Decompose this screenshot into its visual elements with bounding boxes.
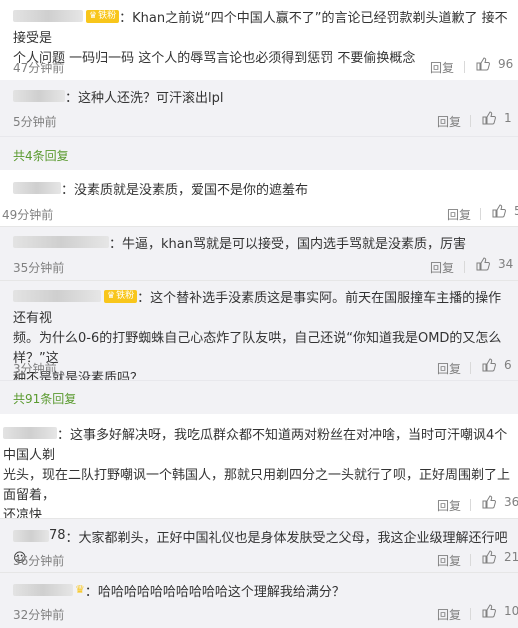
reply-button[interactable]: 回复	[437, 606, 461, 623]
comment-body: ：牛逼，khan骂就是可以接受，国内选手骂就是没素质，厉害	[13, 235, 466, 255]
reply-button[interactable]: 回复	[437, 360, 461, 377]
thumbs-up-icon	[492, 204, 506, 218]
comment-item: ♛ 铁粉 ：这个替补选手没素质这是事实阿。前天在国服撞车主播的操作还有视 频。为什…	[0, 280, 518, 386]
fan-badge: ♛ 铁粉	[104, 289, 138, 303]
divider	[470, 362, 471, 374]
username[interactable]	[13, 90, 65, 102]
timestamp: 5分钟前	[13, 115, 57, 129]
crown-icon: ♛	[107, 290, 116, 301]
timestamp: 36分钟前	[13, 554, 65, 568]
username[interactable]: ♛	[13, 580, 85, 600]
divider	[464, 261, 465, 273]
thumbs-up-icon	[482, 111, 496, 125]
username[interactable]: 78	[13, 526, 66, 546]
more-replies-row: 共4条回复	[0, 136, 518, 170]
more-replies-row: 共91条回复	[0, 380, 518, 414]
reply-button[interactable]: 回复	[437, 113, 461, 130]
comment-body: ：没素质就是没素质，爱国不是你的遮羞布	[13, 181, 308, 201]
comment-item: ：没素质就是没素质，爱国不是你的遮羞布 49分钟前 回复 5	[0, 170, 518, 226]
reply-button[interactable]: 回复	[447, 206, 471, 223]
like-button[interactable]: 6	[482, 358, 512, 372]
username[interactable]: ♛ 铁粉	[13, 289, 138, 303]
comment-text: 频。为什么0-6的打野蜘蛛自己心态炸了队友哄，自己还说“你知道我是OMD的又怎么…	[13, 331, 502, 366]
comment-text: 光头，现在二队打野嘲讽一个韩国人，那就只用剃四分之一头就行了呗，正好周围剃了上面…	[3, 468, 511, 503]
timestamp: 47分钟前	[13, 61, 65, 75]
comment-item: ♛ ：哈哈哈哈哈哈哈哈哈哈这个理解我给满分？ 32分钟前 回复 10	[0, 572, 518, 628]
reply-body: ：这种人还洗？可汗滚出lpl	[13, 89, 223, 109]
like-count: 1	[504, 111, 512, 125]
like-count: 21	[504, 550, 518, 564]
like-button[interactable]: 34	[476, 257, 513, 271]
like-button[interactable]: 10	[482, 604, 518, 618]
thumbs-up-icon	[476, 57, 490, 71]
reply-item: ：这种人还洗？可汗滚出lpl 5分钟前 回复 1	[0, 80, 518, 136]
divider	[470, 608, 471, 620]
like-count: 36	[504, 495, 518, 509]
like-button[interactable]: 36	[482, 495, 518, 509]
reply-button[interactable]: 回复	[430, 59, 454, 76]
timestamp: 32分钟前	[13, 608, 65, 622]
thumbs-up-icon	[482, 550, 496, 564]
comment-thread: ♛ 铁粉 ：Khan之前说“四个中国人赢不了”的言论已经罚款剃头道歉了 接不接受是…	[0, 0, 518, 628]
comment-text: ：哈哈哈哈哈哈哈哈哈哈这个理解我给满分？	[84, 585, 345, 600]
like-button[interactable]: 5	[492, 204, 518, 218]
timestamp: 49分钟前	[2, 208, 54, 222]
like-count: 6	[504, 358, 512, 372]
username[interactable]	[13, 182, 61, 194]
comment-text: ：牛逼，khan骂就是可以接受，国内选手骂就是没素质，厉害	[109, 237, 466, 252]
like-button[interactable]: 96	[476, 57, 513, 71]
divider	[470, 115, 471, 127]
comment-body: ♛ ：哈哈哈哈哈哈哈哈哈哈这个理解我给满分？	[13, 580, 345, 603]
like-button[interactable]: 1	[482, 111, 512, 125]
reply-button[interactable]: 回复	[437, 497, 461, 514]
comment-item: ：这事多好解决呀，我吃瓜群众都不知道两对粉丝在对冲啥，当时可汗嘲讽4个中国人剃 …	[0, 414, 518, 523]
thumbs-up-icon	[482, 358, 496, 372]
crown-icon: ♛	[75, 583, 85, 596]
crown-icon: ♛	[89, 10, 98, 21]
more-replies-link[interactable]: 共91条回复	[13, 390, 76, 407]
reply-text: ：这种人还洗？可汗滚出lpl	[65, 91, 224, 106]
reply-button[interactable]: 回复	[437, 552, 461, 569]
divider	[480, 208, 481, 220]
comment-item: ：牛逼，khan骂就是可以接受，国内选手骂就是没素质，厉害 35分钟前 回复 3…	[0, 226, 518, 280]
like-button[interactable]: 21	[482, 550, 518, 564]
timestamp: 35分钟前	[13, 261, 65, 275]
like-count: 96	[498, 57, 514, 71]
divider	[470, 499, 471, 511]
timestamp: 3分钟前	[13, 362, 57, 376]
reply-button[interactable]: 回复	[430, 259, 454, 276]
fan-badge: ♛ 铁粉	[86, 9, 120, 23]
divider	[470, 554, 471, 566]
like-count: 34	[498, 257, 514, 271]
like-count: 5	[514, 204, 518, 218]
username[interactable]	[3, 427, 57, 439]
comment-item: 78 ：大家都剃头，正好中国礼仪也是身体发肤受之父母，我这企业级理解还行吧☺ 36…	[0, 518, 518, 572]
comment-text: 个人问题 一码归一码 这个人的辱骂言论也必须得到惩罚 不要偷换概念	[13, 51, 416, 66]
divider	[464, 61, 465, 73]
username[interactable]: ♛ 铁粉	[13, 9, 120, 23]
thumbs-up-icon	[476, 257, 490, 271]
thumbs-up-icon	[482, 604, 496, 618]
more-replies-link[interactable]: 共4条回复	[13, 147, 69, 164]
comment-text: ：没素质就是没素质，爱国不是你的遮羞布	[61, 183, 309, 198]
comment-text: ：这事多好解决呀，我吃瓜群众都不知道两对粉丝在对冲啥，当时可汗嘲讽4个中国人剃	[3, 428, 508, 463]
comment-item: ♛ 铁粉 ：Khan之前说“四个中国人赢不了”的言论已经罚款剃头道歉了 接不接受是…	[0, 0, 518, 80]
comment-text: ：大家都剃头，正好中国礼仪也是身体发肤受之父母，我这企业级理解还行吧	[65, 531, 508, 546]
like-count: 10	[504, 604, 518, 618]
thumbs-up-icon	[482, 495, 496, 509]
username[interactable]	[13, 236, 109, 248]
